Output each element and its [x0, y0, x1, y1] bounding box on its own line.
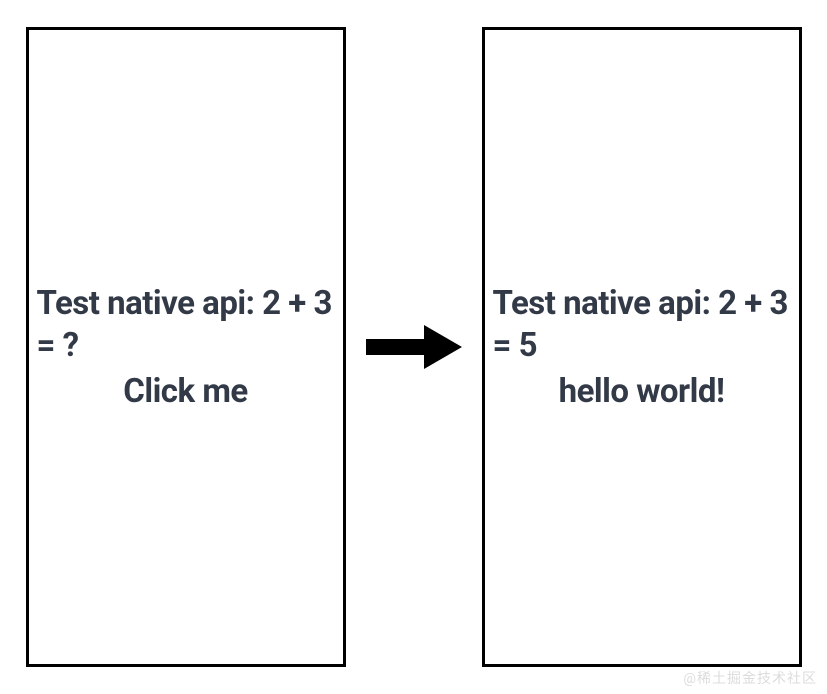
- watermark-text: @稀土掘金技术社区: [683, 668, 817, 688]
- result-button[interactable]: hello world!: [493, 372, 791, 411]
- click-me-button[interactable]: Click me: [37, 372, 335, 411]
- prompt-text-after: Test native api: 2 + 3 = 5: [493, 283, 791, 366]
- phone-frame-before: Test native api: 2 + 3 = ? Click me: [26, 27, 346, 667]
- phone-frame-after: Test native api: 2 + 3 = 5 hello world!: [482, 27, 802, 667]
- arrow-icon: [366, 325, 462, 369]
- prompt-text-before: Test native api: 2 + 3 = ?: [37, 283, 335, 366]
